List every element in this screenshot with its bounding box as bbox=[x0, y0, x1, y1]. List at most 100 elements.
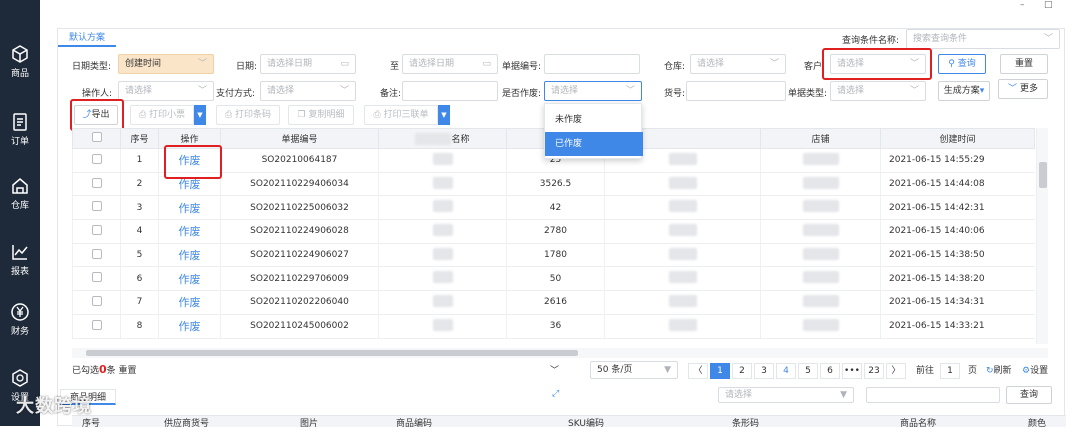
void-link[interactable]: 作废 bbox=[179, 154, 201, 167]
date-label: 日期: bbox=[236, 62, 258, 72]
table-row[interactable]: 3 作废 SO202110225006032 42 2021-06-15 14:… bbox=[72, 195, 1035, 221]
date-end-input[interactable]: 请选择日期 ▭ bbox=[402, 54, 498, 74]
date-start-input[interactable]: 请选择日期 ▭ bbox=[260, 54, 356, 74]
caret-down-icon: ▼ bbox=[197, 111, 203, 119]
row-checkbox[interactable] bbox=[91, 319, 102, 330]
row-checkbox[interactable] bbox=[91, 248, 102, 259]
blurred-text bbox=[802, 247, 839, 260]
nav-item-orders[interactable]: 订单 bbox=[0, 112, 40, 162]
expand-icon[interactable]: ⤢ bbox=[552, 389, 559, 399]
doc-no-input[interactable] bbox=[544, 54, 640, 74]
page-23[interactable]: 23 bbox=[864, 363, 884, 379]
page-4[interactable]: 4 bbox=[776, 363, 796, 379]
page-2[interactable]: 2 bbox=[732, 363, 752, 379]
detail-search-input[interactable] bbox=[866, 387, 1000, 403]
more-button[interactable]: ﹀ 更多 bbox=[998, 79, 1048, 99]
option-voided[interactable]: 已作废 bbox=[545, 132, 643, 156]
row-checkbox[interactable] bbox=[91, 153, 102, 164]
collapse-toggle-icon[interactable]: ﹀ bbox=[550, 363, 559, 376]
nav-item-finance[interactable]: 财务 bbox=[0, 302, 40, 352]
page-5[interactable]: 5 bbox=[798, 363, 818, 379]
nav-item-goods[interactable]: 商品 bbox=[0, 44, 40, 94]
remark-label: 备注: bbox=[380, 89, 402, 99]
detail-col-sku-code: SKU编码 bbox=[568, 419, 604, 429]
table-row[interactable]: 4 作废 SO202110224906028 2780 2021-06-15 1… bbox=[72, 219, 1035, 244]
void-link[interactable]: 作废 bbox=[179, 178, 201, 191]
detail-select[interactable]: 请选择 ▼ bbox=[718, 387, 854, 403]
settings-hex-icon bbox=[12, 369, 28, 387]
print-ticket-menu-button[interactable]: ▼ bbox=[194, 105, 206, 125]
table-row[interactable]: 6 作废 SO202110229706009 50 2021-06-15 14:… bbox=[72, 266, 1035, 292]
table-row[interactable]: 2 作废 SO202110229406034 3526.5 2021-06-15… bbox=[72, 172, 1035, 197]
col-header-name: 名称 bbox=[378, 128, 507, 149]
row-no: 2 bbox=[120, 172, 159, 197]
page-3[interactable]: 3 bbox=[754, 363, 774, 379]
void-link[interactable]: 作废 bbox=[179, 202, 201, 215]
void-link[interactable]: 作废 bbox=[179, 249, 201, 262]
yen-icon bbox=[11, 303, 29, 321]
customer-select[interactable]: 请选择 ﹀ bbox=[830, 54, 926, 74]
print-triple-menu-button[interactable]: ▼ bbox=[438, 105, 450, 125]
settings-button[interactable]: ⚙设置 bbox=[1022, 363, 1048, 376]
nav-item-reports[interactable]: 报表 bbox=[0, 242, 40, 292]
minimize-button[interactable]: – bbox=[1020, 0, 1025, 10]
void-link[interactable]: 作废 bbox=[179, 225, 201, 238]
doc-type-select[interactable]: 请选择 ﹀ bbox=[830, 81, 926, 101]
table-row[interactable]: 8 作废 SO202110245006002 36 2021-06-15 14:… bbox=[72, 314, 1035, 339]
next-page-button[interactable]: 〉 bbox=[886, 363, 906, 379]
remark-input[interactable] bbox=[402, 81, 498, 101]
void-link[interactable]: 作废 bbox=[179, 296, 201, 309]
vertical-scrollbar[interactable] bbox=[1036, 128, 1048, 344]
table-row[interactable]: 5 作废 SO202110224906027 1780 2021-06-15 1… bbox=[72, 243, 1035, 268]
selected-info: 已勾选0条 重置 bbox=[72, 363, 137, 376]
page-size-select[interactable]: 50 条/页 ▼ bbox=[590, 361, 678, 379]
scroll-thumb[interactable] bbox=[1039, 162, 1047, 188]
detail-col-product-name: 商品名称 bbox=[900, 419, 937, 429]
prev-page-button[interactable]: 〈 bbox=[688, 363, 708, 379]
horizontal-scrollbar[interactable] bbox=[72, 348, 1048, 358]
table-row[interactable]: 7 作废 SO202110202206040 2616 2021-06-15 1… bbox=[72, 290, 1035, 315]
blurred-text bbox=[802, 176, 839, 189]
tab-default-plan[interactable]: 默认方案 bbox=[58, 29, 116, 47]
copy-detail-button[interactable]: ❐ 复制明细 bbox=[288, 105, 354, 125]
void-link[interactable]: 作废 bbox=[179, 320, 201, 333]
detail-col-image: 图片 bbox=[300, 419, 319, 429]
main-panel: 默认方案 查询条件名称: 搜索查询条件 ﹀ 日期类型: 创建时间 ﹀ 日期: 请选择… bbox=[57, 28, 1066, 429]
gen-plan-button[interactable]: 生成方案▾ bbox=[938, 81, 990, 101]
print-ticket-button[interactable]: ⎙ 打印小票 bbox=[130, 105, 194, 125]
row-checkbox[interactable] bbox=[91, 177, 102, 188]
detail-search-button[interactable]: 查询 bbox=[1006, 386, 1052, 404]
scroll-thumb[interactable] bbox=[86, 350, 578, 356]
query-name-input[interactable]: 搜索查询条件 ﹀ bbox=[906, 29, 1060, 49]
goods-no-input[interactable] bbox=[686, 81, 786, 101]
row-time: 2021-06-15 14:38:20 bbox=[880, 266, 1035, 292]
page-6[interactable]: 6 bbox=[820, 363, 840, 379]
maximize-button[interactable]: □ bbox=[1044, 0, 1053, 10]
date-type-select[interactable]: 创建时间 ﹀ bbox=[118, 54, 214, 74]
caret-down-icon: ▾ bbox=[979, 86, 985, 96]
operator-select[interactable]: 请选择 ﹀ bbox=[118, 81, 214, 101]
select-all-checkbox[interactable] bbox=[72, 128, 121, 149]
void-select[interactable]: 请选择 ﹀ bbox=[544, 81, 642, 101]
nav-item-warehouse[interactable]: 仓库 bbox=[0, 176, 40, 226]
reset-button[interactable]: 重置 bbox=[1000, 54, 1048, 74]
payment-select[interactable]: 请选择 ﹀ bbox=[260, 81, 356, 101]
export-button[interactable]: ⤴导出 bbox=[74, 105, 118, 125]
page-1[interactable]: 1 bbox=[710, 363, 730, 379]
row-checkbox[interactable] bbox=[91, 224, 102, 235]
row-checkbox[interactable] bbox=[91, 272, 102, 283]
printer-icon: ⎙ bbox=[373, 110, 381, 120]
col-header-doc: 单据编号 bbox=[220, 128, 379, 149]
row-no: 5 bbox=[120, 243, 159, 268]
goto-input[interactable]: 1 bbox=[940, 363, 960, 379]
row-checkbox[interactable] bbox=[91, 201, 102, 212]
refresh-button[interactable]: ↻刷新 bbox=[986, 363, 1012, 376]
print-triple-button[interactable]: ⎙ 打印三联单 bbox=[364, 105, 438, 125]
print-barcode-button[interactable]: ⎙ 打印条码 bbox=[216, 105, 280, 125]
option-not-voided[interactable]: 未作废 bbox=[545, 108, 643, 132]
page-ellipsis[interactable]: ••• bbox=[842, 363, 862, 379]
warehouse-select[interactable]: 请选择 ﹀ bbox=[690, 54, 786, 74]
row-checkbox[interactable] bbox=[91, 295, 102, 306]
search-button[interactable]: ⚲ 查询 bbox=[938, 54, 986, 74]
void-link[interactable]: 作废 bbox=[179, 273, 201, 286]
